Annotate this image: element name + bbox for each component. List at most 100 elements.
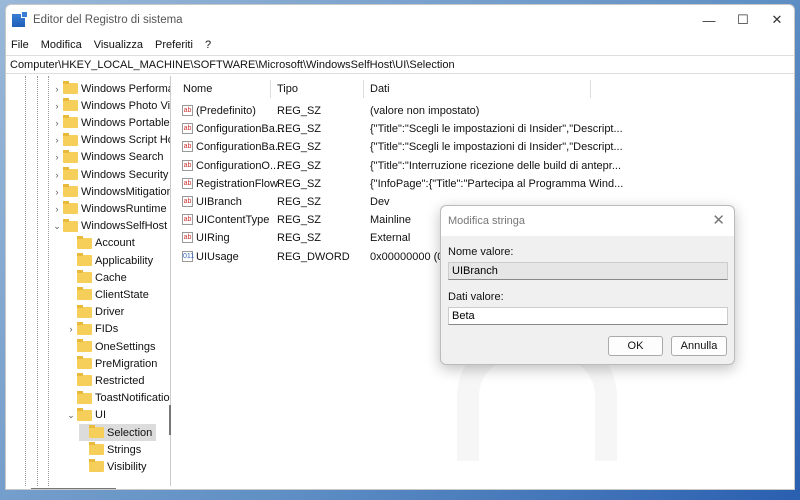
tree-item[interactable]: ToastNotification [67,390,171,407]
title-bar: Editor del Registro di sistema — ☐ ✕ [6,5,794,35]
string-value-icon: ab [182,214,193,226]
menu-visualizza[interactable]: Visualizza [94,39,143,51]
string-value-icon: ab [182,177,193,189]
chevron-right-icon[interactable]: › [53,118,61,128]
value-name-field[interactable] [448,262,728,280]
chevron-right-icon[interactable]: › [53,187,61,197]
tree-item[interactable]: Account [67,235,135,252]
tree-item[interactable]: ⌄ UI [67,407,106,424]
string-value-icon: ab [182,105,193,116]
chevron-right-icon[interactable]: › [53,135,61,145]
value-type: REG_SZ [277,159,322,172]
tree-item-label: Windows Performa [81,82,171,95]
close-button[interactable]: ✕ [760,5,794,35]
value-row[interactable]: ab ConfigurationO... REG_SZ {"Title":"Inter… [177,158,794,176]
folder-icon [77,356,92,370]
tree-item-label: Windows Search [81,151,164,164]
string-value-icon: ab [182,141,193,153]
value-type: REG_SZ [277,196,322,208]
tree-item[interactable]: PreMigration [67,355,157,372]
chevron-right-icon[interactable]: › [53,101,61,111]
tree-item[interactable]: ClientState [67,286,149,303]
value-name-label: Nome valore: [448,246,514,258]
tree-item[interactable]: ⌄ WindowsSelfHost [53,218,167,235]
chevron-right-icon[interactable]: › [53,170,61,180]
string-value-icon: ab [182,232,193,244]
tree-item-label: Windows Portable I [81,116,171,129]
tree-item[interactable]: › Windows Security H [53,166,170,183]
chevron-down-icon[interactable]: ⌄ [53,221,61,232]
folder-icon [77,390,92,404]
folder-icon [63,115,78,129]
tree-item[interactable]: › Windows Performa [53,80,171,97]
tree-item[interactable]: › FIDs [67,321,118,338]
tree-item[interactable]: Selection [79,424,157,441]
tree-item[interactable]: › Windows Search [53,149,164,166]
menu-bar: File Modifica Visualizza Preferiti ? [6,36,794,54]
folder-icon [63,184,78,198]
tree-item-label: WindowsRuntime [81,202,167,215]
tree-item[interactable]: Driver [67,304,124,321]
chevron-right-icon[interactable]: › [67,324,75,334]
tree-item[interactable]: Cache [67,269,127,286]
value-data: Dev [370,196,390,208]
menu-preferiti[interactable]: Preferiti [155,39,193,51]
value-name: UIBranch [196,196,242,208]
tree-item[interactable]: › Windows Portable I [53,114,171,131]
menu-modifica[interactable]: Modifica [41,39,82,51]
tree-vertical-scrollbar[interactable] [169,405,171,435]
value-name: (Predefinito) [196,105,256,117]
value-row[interactable]: ab RegistrationFlow REG_SZ {"InfoPage":{"Ti… [177,176,794,194]
tree-horizontal-scrollbar[interactable] [31,488,116,489]
folder-icon [77,270,92,284]
maximize-button[interactable]: ☐ [726,5,760,35]
tree-item[interactable]: › Windows Photo Vie [53,97,171,114]
column-header-name[interactable]: Nome [183,83,212,95]
value-data-field[interactable] [448,307,728,325]
value-name: UIRing [196,232,230,245]
folder-icon [77,339,92,352]
value-data: 0x00000000 (0) [370,250,448,263]
tree-item[interactable]: Visibility [79,458,147,475]
menu-help[interactable]: ? [205,39,211,51]
tree-item-label: Cache [95,271,127,284]
tree-item-label: Windows Script Ho [81,134,171,147]
tree-item[interactable]: OneSettings [67,338,156,355]
menu-file[interactable]: File [11,39,29,51]
tree-item-label: PreMigration [95,357,158,370]
folder-icon [89,459,104,473]
chevron-right-icon[interactable]: › [53,204,61,214]
tree-item[interactable]: Applicability [67,252,153,269]
folder-icon [77,253,92,266]
ok-button[interactable]: OK [608,336,663,356]
address-bar[interactable]: Computer\HKEY_LOCAL_MACHINE\SOFTWARE\Mic… [6,55,794,74]
cancel-button[interactable]: Annulla [671,336,727,356]
folder-icon [63,201,78,215]
dialog-title: Modifica stringa [448,215,526,227]
tree-item[interactable]: › WindowsMitigation [53,183,170,200]
tree-item[interactable]: Strings [79,441,141,458]
value-row[interactable]: ab ConfigurationBa... REG_SZ {"Title":"Sceg… [177,121,794,139]
tree-item[interactable]: › Windows Script Ho [53,132,171,149]
folder-icon [63,218,78,232]
column-header-type[interactable]: Tipo [277,83,298,95]
window-title: Editor del Registro di sistema [33,14,183,26]
tree-item-label: Restricted [95,374,145,387]
chevron-right-icon[interactable]: › [53,152,61,162]
tree-item-label: Windows Photo Vie [81,99,171,112]
chevron-right-icon[interactable]: › [53,84,61,94]
tree-item-label: ToastNotification [95,392,171,405]
tree-item-label: UI [95,409,106,422]
tree-item[interactable]: › WindowsRuntime [53,200,167,217]
column-header-data[interactable]: Dati [370,83,390,95]
folder-icon [63,132,78,146]
folder-icon [77,304,92,318]
value-row[interactable]: ab (Predefinito) REG_SZ (valore non imposta… [177,103,794,121]
minimize-button[interactable]: — [692,5,726,35]
value-row[interactable]: ab ConfigurationBa... REG_SZ {"Title":"Sceg… [177,139,794,157]
tree-item[interactable]: Restricted [67,372,145,389]
chevron-down-icon[interactable]: ⌄ [67,410,75,421]
dialog-close-icon[interactable]: ✕ [712,211,725,229]
folder-icon [77,321,92,335]
value-type: REG_SZ [277,123,322,136]
